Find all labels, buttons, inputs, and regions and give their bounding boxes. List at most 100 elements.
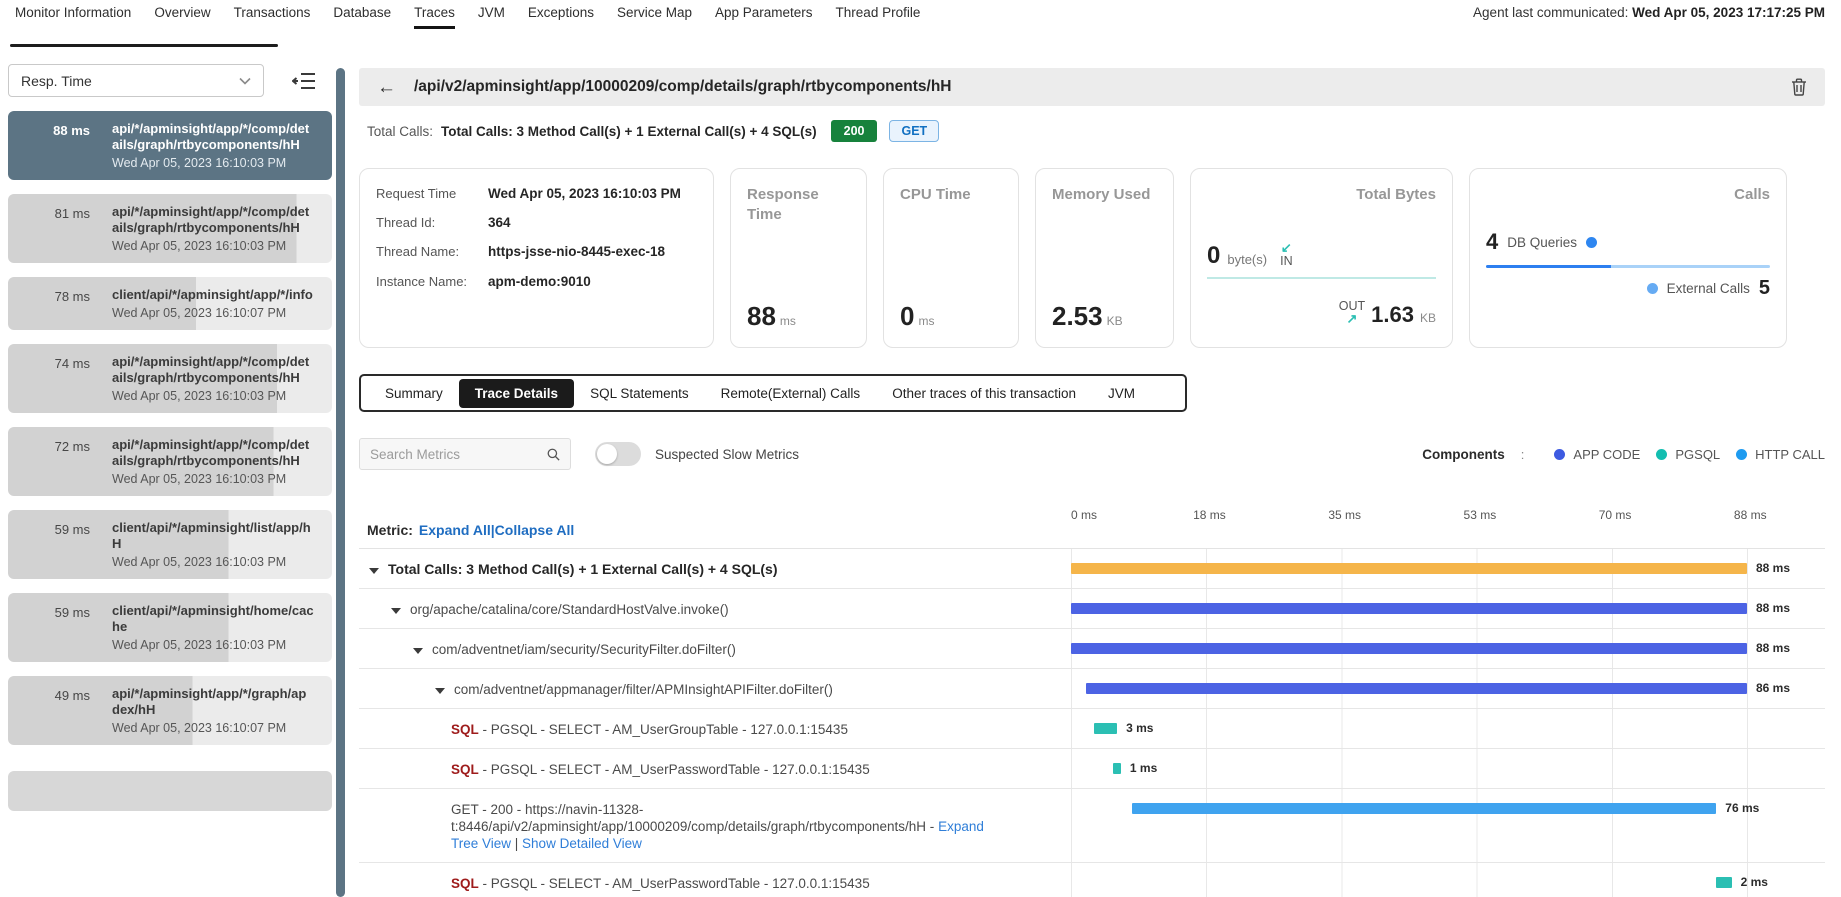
db-queries-value: 4 [1486, 229, 1498, 255]
trace-list-item-partial[interactable] [8, 771, 332, 811]
trace-list-item[interactable]: 59 msclient/api/*/apminsight/list/app/hH… [8, 510, 332, 579]
tree-row-label[interactable]: org/apache/catalina/core/StandardHostVal… [359, 589, 1071, 628]
trace-timestamp: Wed Apr 05, 2023 16:10:03 PM [112, 638, 314, 652]
total-bytes-title: Total Bytes [1207, 185, 1436, 205]
chevron-down-icon [239, 77, 251, 85]
tree-row: com/adventnet/iam/security/SecurityFilte… [359, 629, 1825, 669]
nav-item-database[interactable]: Database [333, 0, 391, 29]
tree-row-label[interactable]: SQL - PGSQL - SELECT - AM_UserGroupTable… [359, 709, 1071, 748]
nav-item-exceptions[interactable]: Exceptions [528, 0, 594, 29]
duration-bar [1071, 563, 1747, 574]
trace-url: api/*/apminsight/app/*/graph/apdex/hH [112, 686, 314, 718]
tree-row-link[interactable]: Tree View [451, 836, 511, 851]
nav-item-app-parameters[interactable]: App Parameters [715, 0, 813, 29]
tree-caret-icon[interactable] [413, 648, 423, 654]
tree-row-timeline: 88 ms [1071, 549, 1748, 588]
nav-item-service-map[interactable]: Service Map [617, 0, 692, 29]
tree-row-label[interactable]: com/adventnet/appmanager/filter/APMInsig… [359, 669, 1071, 708]
tree-row-text: Total Calls: 3 Method Call(s) + 1 Extern… [388, 561, 778, 577]
tree-row-link[interactable]: Expand [938, 819, 984, 834]
back-button[interactable]: ← [377, 78, 396, 97]
request-info-row: Thread Name:https-jsse-nio-8445-exec-18 [376, 243, 697, 261]
duration-bar [1071, 603, 1747, 614]
trace-list-item[interactable]: 88 ms api/*/apminsight/app/*/comp/details… [8, 111, 332, 180]
request-info-value: 364 [488, 214, 511, 232]
tree-row-text: org/apache/catalina/core/StandardHostVal… [410, 602, 729, 617]
component-name: APP CODE [1573, 447, 1640, 462]
resp-time-select[interactable]: Resp. Time [8, 64, 264, 97]
search-metrics-input[interactable] [370, 447, 547, 462]
tree-row-label[interactable]: com/adventnet/iam/security/SecurityFilte… [359, 629, 1071, 668]
cpu-time-unit: ms [918, 314, 934, 328]
tab-remote-external-calls[interactable]: Remote(External) Calls [705, 379, 877, 408]
tab-sql-statements[interactable]: SQL Statements [574, 379, 705, 408]
duration-label: 76 ms [1725, 801, 1759, 815]
tree-row-label[interactable]: Total Calls: 3 Method Call(s) + 1 Extern… [359, 549, 1071, 588]
trace-list-item[interactable]: 81 msapi/*/apminsight/app/*/comp/details… [8, 194, 332, 263]
nav-item-monitor-information[interactable]: Monitor Information [15, 0, 131, 29]
components-items: APP CODEPGSQLHTTP CALL [1538, 447, 1825, 462]
tab-trace-details[interactable]: Trace Details [459, 379, 574, 408]
nav-item-transactions[interactable]: Transactions [234, 0, 311, 29]
tick-label: 0 ms [1071, 508, 1097, 522]
suspected-slow-metrics-toggle[interactable] [595, 442, 641, 466]
tree-row-label[interactable]: GET - 200 - https://navin-11328-t:8446/a… [359, 789, 1071, 862]
bytes-divider [1207, 277, 1436, 279]
tree-row-link[interactable]: Show Detailed View [522, 836, 642, 851]
collapse-all-link[interactable]: Collapse All [495, 522, 575, 538]
trace-url: api/*/apminsight/app/*/comp/details/grap… [112, 437, 314, 469]
timeline-ticks: 0 ms18 ms35 ms53 ms70 ms88 ms [1071, 504, 1748, 548]
trace-list-item[interactable]: 59 msclient/api/*/apminsight/home/cacheW… [8, 593, 332, 662]
bytes-out-value: 1.63 [1371, 305, 1414, 325]
component-pgsql: PGSQL [1656, 447, 1720, 462]
tree-row-label[interactable]: SQL - PGSQL - SELECT - AM_UserPasswordTa… [359, 863, 1071, 897]
nav-item-overview[interactable]: Overview [154, 0, 210, 29]
nav-item-traces[interactable]: Traces [414, 0, 455, 29]
tab-jvm[interactable]: JVM [1092, 379, 1151, 408]
tree-view-toggle-icon[interactable] [292, 70, 316, 92]
nav-item-thread-profile[interactable]: Thread Profile [836, 0, 921, 29]
component-dot [1736, 449, 1747, 460]
trace-response-time: 78 ms [8, 287, 90, 320]
tree-row-text: - PGSQL - SELECT - AM_UserPasswordTable … [479, 762, 870, 777]
tab-other-traces-of-this-transaction[interactable]: Other traces of this transaction [876, 379, 1092, 408]
trace-response-time: 88 ms [8, 121, 90, 170]
trace-titlebar: ← /api/v2/apminsight/app/10000209/comp/d… [359, 68, 1825, 106]
bytes-in-value: 0 [1207, 245, 1220, 267]
trace-url: api/*/apminsight/app/*/comp/details/grap… [112, 354, 314, 386]
tab-summary[interactable]: Summary [369, 379, 459, 408]
tree-caret-icon[interactable] [435, 688, 445, 694]
trace-list-item[interactable]: 49 ms api/*/apminsight/app/*/graph/apdex/… [8, 676, 332, 745]
agent-time: Wed Apr 05, 2023 17:17:25 PM [1632, 5, 1825, 20]
sidebar-scrollbar[interactable] [336, 68, 345, 897]
tree-row-timeline: 3 ms [1071, 709, 1748, 748]
trace-list: 88 ms api/*/apminsight/app/*/comp/details… [8, 111, 332, 811]
external-calls-dot [1647, 283, 1658, 294]
tree-row-label[interactable]: SQL - PGSQL - SELECT - AM_UserPasswordTa… [359, 749, 1071, 788]
response-time-value: 88 [747, 301, 776, 331]
trace-item-body: api/*/apminsight/app/*/graph/apdex/hHWed… [112, 686, 314, 735]
delete-trace-button[interactable] [1791, 78, 1807, 96]
nav-item-jvm[interactable]: JVM [478, 0, 505, 29]
request-info-value: apm-demo:9010 [488, 273, 591, 291]
duration-bar [1132, 803, 1716, 814]
tree-caret-icon[interactable] [369, 568, 379, 574]
trace-list-item[interactable]: 72 msapi/*/apminsight/app/*/comp/details… [8, 427, 332, 496]
trace-list-item[interactable]: 78 msclient/api/*/apminsight/app/*/infoW… [8, 277, 332, 330]
trace-response-time: 74 ms [8, 354, 90, 403]
request-info-row: Thread Id:364 [376, 214, 697, 232]
request-info-label: Request Time [376, 185, 488, 203]
request-info-row: Instance Name:apm-demo:9010 [376, 273, 697, 291]
trace-list-item[interactable]: 74 ms api/*/apminsight/app/*/comp/details… [8, 344, 332, 413]
expand-all-link[interactable]: Expand All [419, 522, 491, 538]
trace-item-body: api/*/apminsight/app/*/comp/details/grap… [112, 121, 314, 170]
tree-row-timeline: 86 ms [1071, 669, 1748, 708]
cpu-time-title: CPU Time [900, 185, 1002, 205]
components-label: Components [1422, 447, 1505, 462]
metrics-filter-row: Suspected Slow Metrics Components : APP … [359, 438, 1825, 470]
tree-caret-icon[interactable] [391, 608, 401, 614]
trace-response-time: 49 ms [8, 686, 90, 735]
status-code-badge: 200 [831, 120, 878, 142]
trace-timestamp: Wed Apr 05, 2023 16:10:03 PM [112, 555, 314, 569]
calls-title: Calls [1486, 185, 1770, 205]
